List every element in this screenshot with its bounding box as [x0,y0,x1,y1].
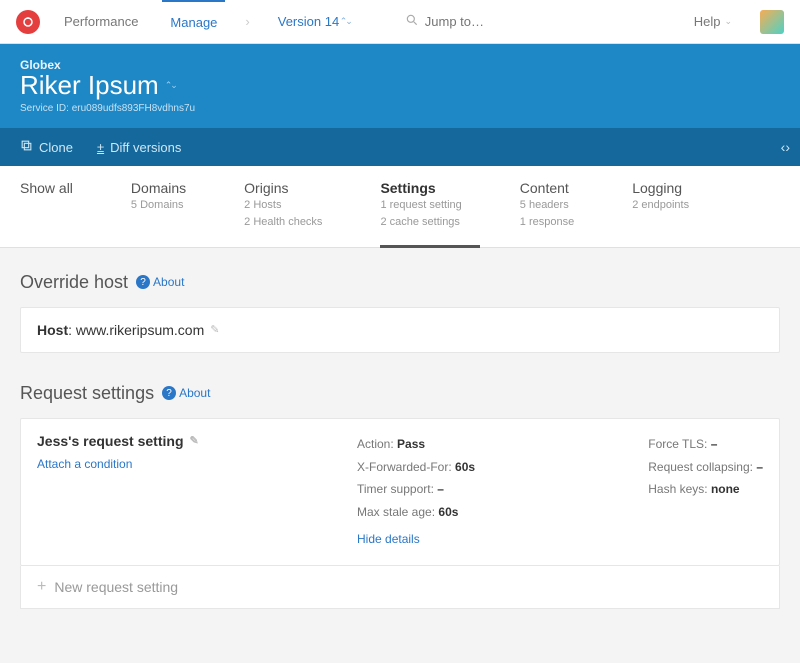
edit-icon[interactable]: ✎ [210,323,219,336]
tab-sub: 2 Hosts [244,198,322,213]
code-toggle-icon[interactable]: ‹› [781,139,790,155]
add-request-setting-button[interactable]: + New request setting [20,566,780,609]
host-label: Host [37,322,68,338]
tab-sub: 1 request setting [380,198,461,213]
request-setting-title: Jess's request setting ✎ [37,433,297,449]
request-settings-section: Request settings ? About Jess's request … [20,383,780,609]
tab-label: Origins [244,180,322,196]
updown-icon: ⌃⌄ [339,16,351,27]
main-content: Override host ? About Host: www.rikerips… [0,248,800,663]
attach-condition-link[interactable]: Attach a condition [37,457,132,471]
host-line: Host: www.rikeripsum.com ✎ [37,322,763,338]
help-icon: ? [162,386,176,400]
about-link[interactable]: ? About [162,386,210,400]
tab-show-all[interactable]: Show all [20,166,91,247]
about-label: About [153,275,184,289]
action-bar: Clone ± Diff versions ‹› [0,128,800,166]
edit-icon[interactable]: ✎ [190,434,199,447]
nav-performance[interactable]: Performance [56,0,146,44]
tab-sub: 2 endpoints [632,198,689,213]
clone-icon [20,139,33,155]
section-header: Request settings ? About [20,383,780,404]
diff-button[interactable]: ± Diff versions [97,140,181,155]
tab-domains[interactable]: Domains 5 Domains [131,166,204,247]
search-wrap [405,13,545,30]
user-avatar[interactable] [760,10,784,34]
version-selector[interactable]: Version 14 ⌃⌄ [270,0,359,44]
request-setting-right: Force TLS: – Request collapsing: – Hash … [648,433,763,551]
service-name: Riker Ipsum [20,70,159,101]
section-header: Override host ? About [20,272,780,293]
tab-sub: 5 Domains [131,198,186,213]
clone-button[interactable]: Clone [20,139,73,155]
request-setting-card: Jess's request setting ✎ Attach a condit… [20,418,780,566]
section-title: Request settings [20,383,154,404]
tab-label: Show all [20,180,73,196]
plus-icon: + [37,578,46,596]
tab-label: Logging [632,180,689,196]
override-host-section: Override host ? About Host: www.rikerips… [20,272,780,353]
updown-icon: ⌃⌄ [165,80,176,91]
hide-details-link[interactable]: Hide details [357,528,475,551]
help-menu[interactable]: Help ⌄ [694,14,732,29]
tab-label: Settings [380,180,461,196]
search-input[interactable] [425,14,545,29]
request-setting-name: Jess's request setting [37,433,184,449]
service-hero: Globex Riker Ipsum ⌃⌄ Service ID: eru089… [0,44,800,128]
config-tabs: Show all Domains 5 Domains Origins 2 Hos… [0,166,800,248]
tab-label: Domains [131,180,186,196]
tab-sub: 1 response [520,215,574,230]
version-label: Version 14 [278,14,339,29]
top-bar: Performance Manage › Version 14 ⌃⌄ Help … [0,0,800,44]
chevron-down-icon: ⌄ [724,16,732,27]
service-id: Service ID: eru089udfs893FH8vdhns7u [20,103,780,114]
tab-sub: 5 headers [520,198,574,213]
tab-logging[interactable]: Logging 2 endpoints [632,166,707,247]
nav-manage[interactable]: Manage [162,0,225,43]
host-card: Host: www.rikeripsum.com ✎ [20,307,780,353]
request-setting-left: Jess's request setting ✎ Attach a condit… [37,433,297,551]
tab-sub: 2 Health checks [244,215,322,230]
org-name: Globex [20,58,780,72]
tab-settings[interactable]: Settings 1 request setting 2 cache setti… [380,166,479,248]
diff-icon: ± [97,140,104,155]
add-label: New request setting [54,579,178,595]
about-label: About [179,386,210,400]
tab-sub: 2 cache settings [380,215,461,230]
search-icon [405,13,419,30]
help-icon: ? [136,275,150,289]
brand-logo[interactable] [16,10,40,34]
section-title: Override host [20,272,128,293]
tab-label: Content [520,180,574,196]
tab-origins[interactable]: Origins 2 Hosts 2 Health checks [244,166,340,247]
service-name-selector[interactable]: Riker Ipsum ⌃⌄ [20,70,780,101]
about-link[interactable]: ? About [136,275,184,289]
tab-content[interactable]: Content 5 headers 1 response [520,166,592,247]
breadcrumb-separator: › [245,14,249,29]
help-label: Help [694,14,721,29]
request-setting-mid: Action: Pass X-Forwarded-For: 60s Timer … [357,433,475,551]
host-value: www.rikeripsum.com [76,322,204,338]
diff-label: Diff versions [110,140,181,155]
clone-label: Clone [39,140,73,155]
